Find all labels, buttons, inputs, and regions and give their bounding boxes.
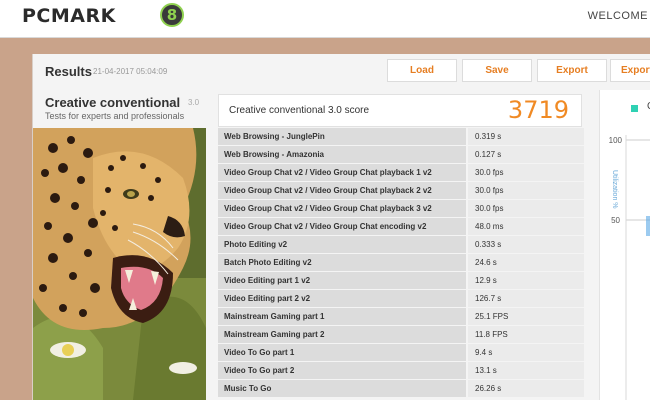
table-row: Video Group Chat v2 / Video Group Chat e… <box>218 218 584 236</box>
result-name: Video Group Chat v2 / Video Group Chat p… <box>218 200 466 217</box>
save-button[interactable]: Save <box>462 59 532 82</box>
overall-score-box: Creative conventional 3.0 score 3719 <box>218 94 582 127</box>
result-value: 24.6 s <box>468 254 584 271</box>
leopard-illustration <box>33 128 206 400</box>
results-panel: Results 21-04-2017 05:04:09 Load Save Ex… <box>32 54 650 400</box>
result-value: 13.1 s <box>468 362 584 379</box>
result-value: 126.7 s <box>468 290 584 307</box>
table-row: Batch Photo Editing v2 24.6 s <box>218 254 584 272</box>
export-secondary-button[interactable]: Export <box>610 59 650 82</box>
load-button[interactable]: Load <box>387 59 457 82</box>
result-value: 30.0 fps <box>468 164 584 181</box>
table-row: Video Editing part 2 v2 126.7 s <box>218 290 584 308</box>
table-row: Video To Go part 2 13.1 s <box>218 362 584 380</box>
y-tick-100: 100 <box>609 136 623 145</box>
result-name: Batch Photo Editing v2 <box>218 254 466 271</box>
result-name: Video Group Chat v2 / Video Group Chat e… <box>218 218 466 235</box>
table-row: Mainstream Gaming part 2 11.8 FPS <box>218 326 584 344</box>
result-name: Video Editing part 1 v2 <box>218 272 466 289</box>
score-value: 3719 <box>507 96 569 124</box>
test-subtitle: Tests for experts and professionals <box>45 111 185 121</box>
result-name: Video Group Chat v2 / Video Group Chat p… <box>218 164 466 181</box>
result-value: 25.1 FPS <box>468 308 584 325</box>
table-row: Mainstream Gaming part 1 25.1 FPS <box>218 308 584 326</box>
leopard-photo <box>33 128 206 400</box>
result-name: Video Editing part 2 v2 <box>218 290 466 307</box>
result-name: Video Group Chat v2 / Video Group Chat p… <box>218 182 466 199</box>
table-row: Web Browsing - Amazonia 0.127 s <box>218 146 584 164</box>
table-row: Video To Go part 1 9.4 s <box>218 344 584 362</box>
top-bar: PCMARK 8 WELCOME <box>0 0 650 38</box>
results-title: Results <box>45 64 92 79</box>
result-name: Web Browsing - Amazonia <box>218 146 466 163</box>
chart-series-fragment <box>646 216 650 236</box>
pcmark-logo: PCMARK <box>22 5 116 27</box>
result-name: Mainstream Gaming part 2 <box>218 326 466 343</box>
table-row: Photo Editing v2 0.333 s <box>218 236 584 254</box>
table-row: Video Group Chat v2 / Video Group Chat p… <box>218 164 584 182</box>
test-name: Creative conventional <box>45 95 181 110</box>
result-name: Mainstream Gaming part 1 <box>218 308 466 325</box>
utilization-chart: 100 50 Utilization % <box>609 135 650 400</box>
result-value: 12.9 s <box>468 272 584 289</box>
result-name: Web Browsing - JunglePin <box>218 128 466 145</box>
results-table: Web Browsing - JunglePin 0.319 s Web Brows… <box>218 128 584 398</box>
result-value: 9.4 s <box>468 344 584 361</box>
result-value: 0.333 s <box>468 236 584 253</box>
test-version: 3.0 <box>188 98 200 107</box>
table-row: Video Group Chat v2 / Video Group Chat p… <box>218 200 584 218</box>
result-value: 30.0 fps <box>468 182 584 199</box>
welcome-link[interactable]: WELCOME <box>588 10 648 22</box>
result-name: Photo Editing v2 <box>218 236 466 253</box>
score-label: Creative conventional 3.0 score <box>229 105 370 116</box>
result-name: Video To Go part 1 <box>218 344 466 361</box>
monitoring-chart-card: C 100 50 Utilization % <box>599 90 650 400</box>
results-date: 21-04-2017 05:04:09 <box>93 67 168 76</box>
result-value: 0.319 s <box>468 128 584 145</box>
result-value: 0.127 s <box>468 146 584 163</box>
result-value: 48.0 ms <box>468 218 584 235</box>
table-row: Music To Go 26.26 s <box>218 380 584 398</box>
export-button[interactable]: Export <box>537 59 607 82</box>
y-axis-label: Utilization % <box>611 170 618 209</box>
table-row: Video Editing part 1 v2 12.9 s <box>218 272 584 290</box>
result-name: Music To Go <box>218 380 466 397</box>
result-name: Video To Go part 2 <box>218 362 466 379</box>
result-value: 11.8 FPS <box>468 326 584 343</box>
result-value: 26.26 s <box>468 380 584 397</box>
legend-swatch-icon <box>631 105 638 112</box>
result-value: 30.0 fps <box>468 200 584 217</box>
pcmark-8-badge-icon: 8 <box>160 3 184 27</box>
table-row: Web Browsing - JunglePin 0.319 s <box>218 128 584 146</box>
table-row: Video Group Chat v2 / Video Group Chat p… <box>218 182 584 200</box>
y-tick-50: 50 <box>611 216 620 225</box>
